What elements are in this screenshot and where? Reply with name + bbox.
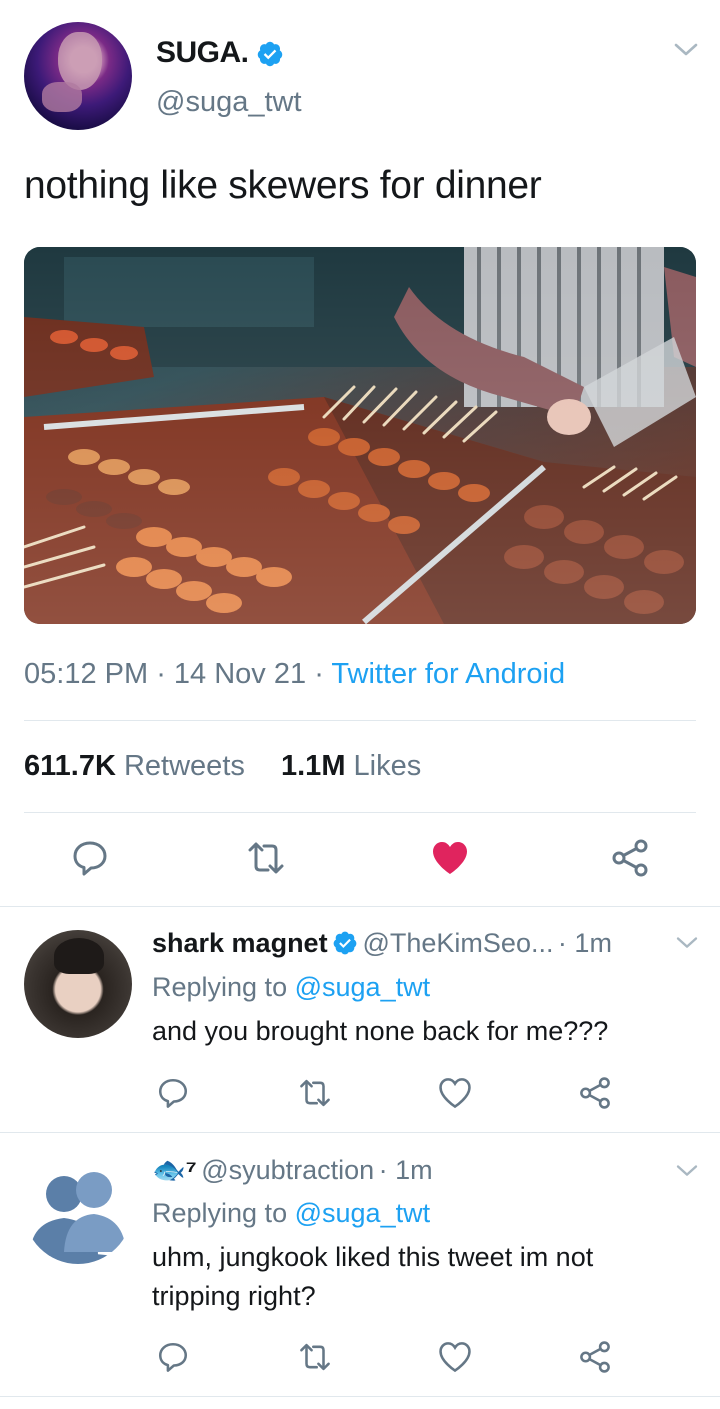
replying-to-link[interactable]: @suga_twt: [295, 972, 430, 1002]
reply-text: and you brought none back for me???: [152, 1016, 609, 1046]
reply-icon[interactable]: [156, 1076, 190, 1110]
retweets-count: 611.7K: [24, 750, 116, 782]
verified-badge-icon: [258, 41, 283, 67]
reply-display-name[interactable]: 🐟⁷: [152, 1155, 197, 1185]
two-people-avatar-icon: [28, 1172, 128, 1264]
reply-handle[interactable]: @TheKimSeo...: [362, 928, 553, 958]
meta-separator: ·: [156, 658, 174, 690]
reply-icon[interactable]: [156, 1340, 190, 1374]
likes-label: Likes: [353, 750, 422, 782]
author-display-name: SUGA.: [156, 36, 249, 69]
reply-avatar[interactable]: [24, 930, 132, 1038]
share-icon[interactable]: [610, 838, 650, 878]
meta-separator: ·: [378, 1155, 396, 1185]
reply-avatar[interactable]: [24, 1156, 132, 1264]
meta-separator: ·: [314, 658, 332, 690]
reply-handle[interactable]: @syubtraction: [201, 1155, 374, 1185]
reply-time: 1m: [395, 1155, 433, 1185]
replying-to: Replying to @suga_twt: [152, 972, 430, 1003]
divider: [0, 1132, 720, 1133]
author-handle[interactable]: @suga_twt: [156, 86, 302, 119]
replying-to: Replying to @suga_twt: [152, 1198, 430, 1229]
meta-separator: ·: [557, 928, 575, 958]
skewers-photo-illustration: [24, 247, 696, 624]
author-name-row[interactable]: SUGA.: [156, 36, 284, 70]
tweet-date: 14 Nov 21: [173, 658, 307, 690]
chevron-down-icon[interactable]: [672, 40, 700, 60]
reply-text-line-1: uhm, jungkook liked this tweet im not: [152, 1242, 594, 1272]
chevron-down-icon[interactable]: [674, 934, 700, 952]
reply-icon[interactable]: [70, 838, 110, 878]
tweet-source-link[interactable]: Twitter for Android: [331, 658, 565, 690]
share-icon[interactable]: [578, 1076, 612, 1110]
retweet-icon[interactable]: [246, 838, 286, 878]
tweet-meta: 05:12 PM · 14 Nov 21 · Twitter for Andro…: [24, 658, 565, 691]
verified-badge-icon: [333, 931, 357, 955]
divider: [24, 720, 696, 721]
reply-header: shark magnet @TheKimSeo... · 1m: [152, 928, 612, 959]
divider: [0, 1396, 720, 1397]
reply-text-line-2: tripping right?: [152, 1281, 316, 1311]
retweet-icon[interactable]: [298, 1340, 332, 1374]
reply-display-name[interactable]: shark magnet: [152, 928, 328, 958]
replying-prefix: Replying to: [152, 1198, 288, 1228]
tweet-photo[interactable]: [24, 247, 696, 624]
avatar-hair: [54, 938, 104, 974]
likes-count: 1.1M: [281, 750, 346, 782]
reply-header: 🐟⁷ @syubtraction · 1m: [152, 1154, 433, 1186]
reply-time: 1m: [574, 928, 612, 958]
retweet-icon[interactable]: [298, 1076, 332, 1110]
retweets-stat[interactable]: 611.7K Retweets: [24, 750, 245, 782]
divider: [0, 906, 720, 907]
likes-stat[interactable]: 1.1M Likes: [281, 750, 421, 782]
replying-prefix: Replying to: [152, 972, 288, 1002]
tweet-text: nothing like skewers for dinner: [24, 164, 542, 207]
like-icon[interactable]: [438, 1076, 472, 1110]
tweet-time: 05:12 PM: [24, 658, 149, 690]
author-avatar[interactable]: [24, 22, 132, 130]
share-icon[interactable]: [578, 1340, 612, 1374]
chevron-down-icon[interactable]: [674, 1162, 700, 1180]
tweet-stats: 611.7K Retweets 1.1M Likes: [24, 750, 421, 783]
replying-to-link[interactable]: @suga_twt: [295, 1198, 430, 1228]
avatar-hand: [42, 82, 82, 112]
like-icon-filled[interactable]: [430, 838, 470, 878]
retweets-label: Retweets: [123, 750, 245, 782]
divider: [24, 812, 696, 813]
like-icon[interactable]: [438, 1340, 472, 1374]
